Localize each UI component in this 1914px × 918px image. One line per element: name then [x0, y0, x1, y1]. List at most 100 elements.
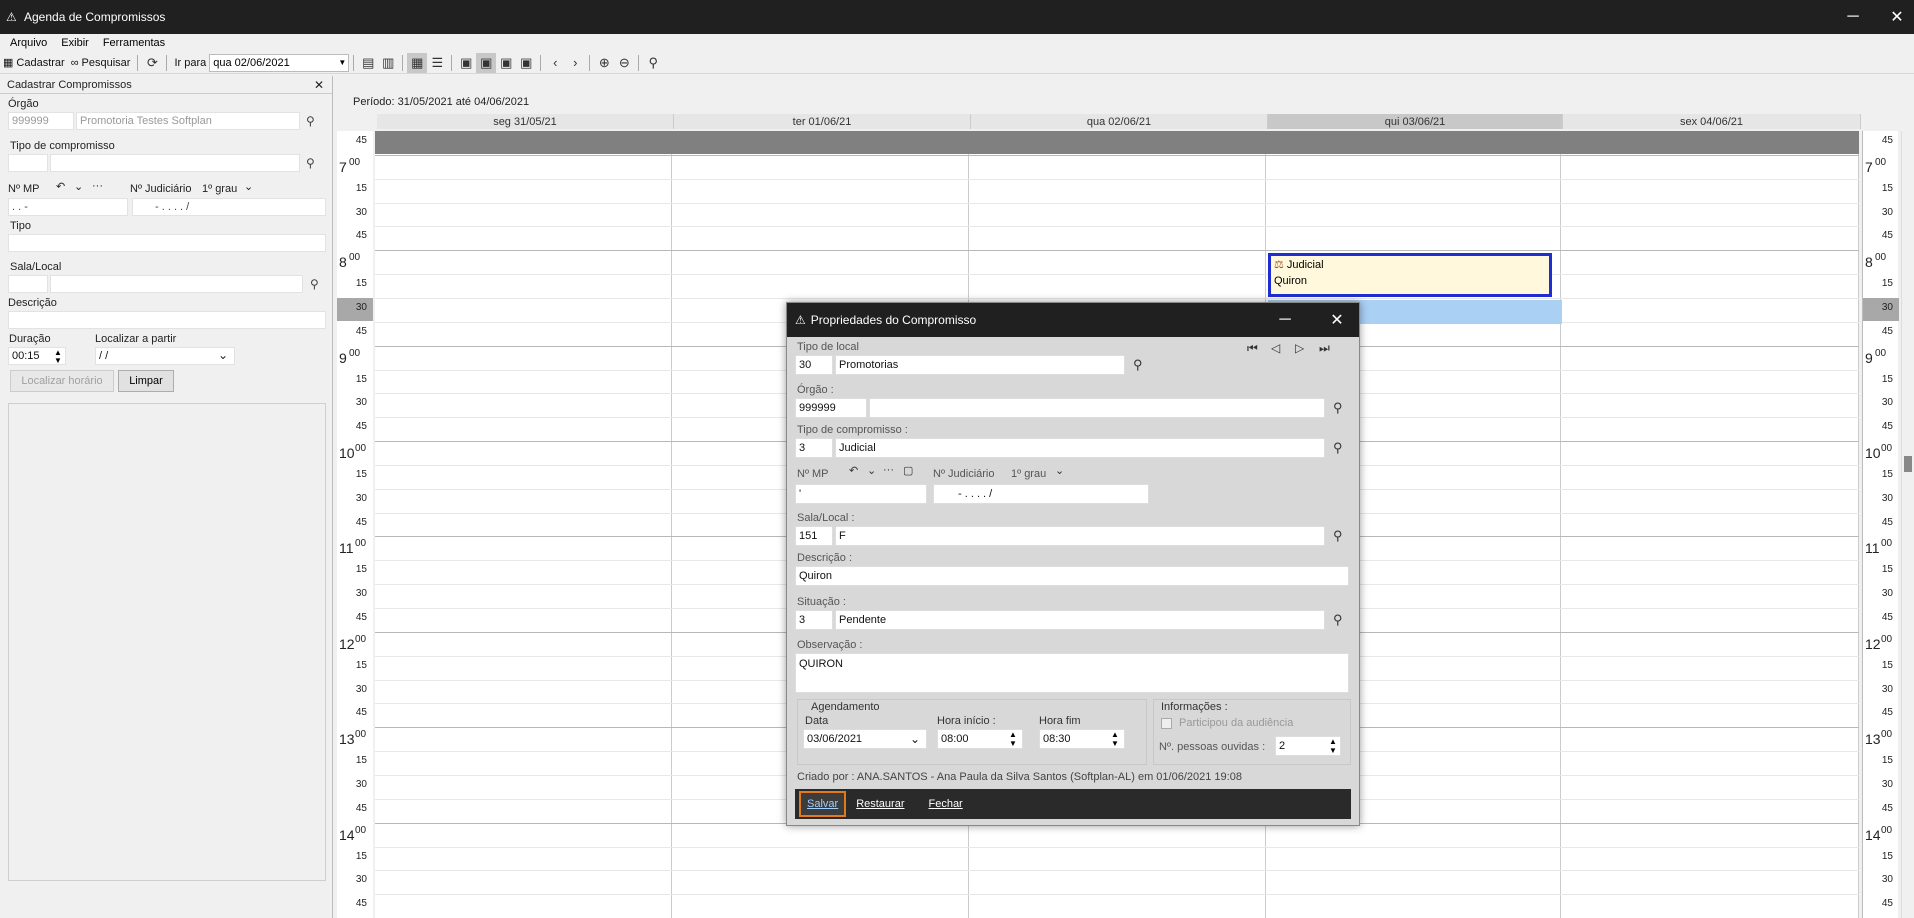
- last-record-icon[interactable]: ⏭: [1319, 341, 1330, 356]
- spin-down-icon[interactable]: ▼: [1329, 747, 1337, 755]
- tipo-field[interactable]: [8, 234, 326, 252]
- orgao-code[interactable]: 999999: [795, 398, 867, 418]
- spin-up-icon[interactable]: ▲: [1329, 738, 1337, 746]
- restaurar-button[interactable]: Restaurar: [850, 791, 910, 817]
- spin-up-icon[interactable]: ▲: [1009, 731, 1017, 739]
- minimize-icon[interactable]: ─: [1265, 303, 1305, 337]
- day-header-fri[interactable]: sex 04/06/21: [1563, 114, 1861, 129]
- search-icon[interactable]: ⚲: [306, 114, 315, 128]
- tipo-comp-name[interactable]: Judicial: [835, 438, 1325, 458]
- calendar-7-day-icon[interactable]: ▣: [496, 53, 516, 73]
- undo-icon[interactable]: ↶: [56, 180, 65, 193]
- more-icon[interactable]: ···: [92, 180, 103, 192]
- situacao-name[interactable]: Pendente: [835, 610, 1325, 630]
- minute-label: 15: [1881, 755, 1893, 766]
- chevron-down-icon[interactable]: ⌄: [218, 348, 228, 362]
- close-icon[interactable]: ✕: [314, 78, 324, 92]
- salvar-button[interactable]: Salvar: [799, 791, 847, 817]
- filter-icon[interactable]: ⚲: [643, 53, 663, 73]
- scrollbar-thumb[interactable]: [1904, 456, 1912, 472]
- next-record-icon[interactable]: ▷: [1295, 341, 1304, 355]
- search-icon[interactable]: ⚲: [310, 277, 319, 291]
- search-icon[interactable]: ⚲: [1333, 440, 1343, 456]
- scrollbar[interactable]: [1901, 131, 1914, 918]
- menu-arquivo[interactable]: Arquivo: [10, 37, 47, 49]
- spin-up-icon[interactable]: ▲: [1111, 731, 1119, 739]
- nmp-field[interactable]: . . -: [8, 198, 128, 216]
- localizar-field[interactable]: / /: [95, 347, 235, 365]
- document-icon[interactable]: ▢: [903, 464, 913, 477]
- njud-field[interactable]: - . . . . /: [933, 484, 1149, 504]
- sala-code[interactable]: 151: [795, 526, 833, 546]
- minute-label: 15: [1881, 851, 1893, 862]
- descricao-field[interactable]: Quiron: [795, 566, 1349, 586]
- participou-checkbox[interactable]: [1161, 718, 1172, 729]
- search-icon[interactable]: ⚲: [306, 156, 315, 170]
- data-field[interactable]: 03/06/2021 ⌄: [803, 729, 927, 749]
- orgao-code-field[interactable]: 999999: [8, 112, 74, 130]
- day-header-thu[interactable]: qui 03/06/21: [1268, 114, 1563, 129]
- descricao-field[interactable]: [8, 311, 326, 329]
- calendar-1-day-icon[interactable]: ▣: [456, 53, 476, 73]
- tipo-local-name[interactable]: Promotorias: [835, 355, 1125, 375]
- close-button[interactable]: ✕: [1874, 0, 1914, 34]
- search-icon[interactable]: ⚲: [1333, 612, 1343, 628]
- chevron-down-icon[interactable]: ⌄: [1055, 464, 1064, 477]
- dialog-title: Propriedades do Compromisso: [810, 313, 977, 327]
- minute-label: 45: [1881, 803, 1893, 814]
- orgao-name[interactable]: [869, 398, 1325, 418]
- search-icon[interactable]: ⚲: [1133, 357, 1143, 373]
- sala-name[interactable]: F: [835, 526, 1325, 546]
- tipo-comp-code[interactable]: 3: [795, 438, 833, 458]
- sala-name-field[interactable]: [50, 275, 303, 293]
- menu-ferramentas[interactable]: Ferramentas: [103, 37, 165, 49]
- spin-down-icon[interactable]: ▼: [54, 357, 62, 365]
- date-picker[interactable]: qua 02/06/2021 ▼: [209, 53, 350, 72]
- zoom-in-icon[interactable]: ⊕: [594, 53, 614, 73]
- njud-field[interactable]: - . . . . /: [132, 198, 326, 216]
- previous-record-icon[interactable]: ◁: [1271, 341, 1280, 355]
- day-header-wed[interactable]: qua 02/06/21: [971, 114, 1268, 129]
- orgao-name-field[interactable]: Promotoria Testes Softplan: [76, 112, 300, 130]
- sala-code-field[interactable]: [8, 275, 48, 293]
- calendar-view-icon[interactable]: ▦: [407, 52, 428, 73]
- calendar-week-icon[interactable]: ▥: [378, 53, 398, 73]
- calendar-event[interactable]: ⚖ Judicial Quiron: [1268, 253, 1552, 297]
- zoom-out-icon[interactable]: ⊖: [614, 53, 634, 73]
- localizar-horario-button[interactable]: Localizar horário: [10, 370, 114, 392]
- menu-exibir[interactable]: Exibir: [61, 37, 89, 49]
- refresh-icon[interactable]: ⟳: [142, 53, 162, 73]
- calendar-30-day-icon[interactable]: ▣: [516, 53, 536, 73]
- more-icon[interactable]: ···: [883, 464, 894, 476]
- search-icon[interactable]: ⚲: [1333, 400, 1343, 416]
- list-view-icon[interactable]: ☰: [427, 53, 447, 73]
- chevron-down-icon[interactable]: ⌄: [867, 464, 876, 477]
- calendar-5-day-icon[interactable]: ▣: [476, 52, 497, 73]
- nmp-label: Nº MP: [797, 468, 829, 480]
- minute-label: 45: [355, 612, 367, 623]
- undo-icon[interactable]: ↶: [849, 464, 858, 477]
- chevron-down-icon[interactable]: ⌄: [244, 180, 253, 193]
- spin-down-icon[interactable]: ▼: [1111, 740, 1119, 748]
- tipo-compromisso-name-field[interactable]: [50, 154, 300, 172]
- chevron-right-icon[interactable]: ›: [565, 53, 585, 73]
- cadastrar-button[interactable]: ▦ Cadastrar: [0, 53, 68, 73]
- fechar-button[interactable]: Fechar: [922, 791, 968, 817]
- limpar-button[interactable]: Limpar: [118, 370, 174, 392]
- search-icon[interactable]: ⚲: [1333, 528, 1343, 544]
- chevron-down-icon[interactable]: ⌄: [74, 180, 83, 193]
- chevron-left-icon[interactable]: ‹: [545, 53, 565, 73]
- observacao-field[interactable]: QUIRON: [795, 653, 1349, 693]
- first-record-icon[interactable]: ⏮: [1247, 341, 1258, 356]
- situacao-code[interactable]: 3: [795, 610, 833, 630]
- pesquisar-button[interactable]: ∞ Pesquisar: [68, 53, 134, 73]
- close-icon[interactable]: ✕: [1317, 303, 1357, 337]
- spin-down-icon[interactable]: ▼: [1009, 740, 1017, 748]
- day-header-tue[interactable]: ter 01/06/21: [674, 114, 971, 129]
- day-header-mon[interactable]: seg 31/05/21: [377, 114, 674, 129]
- nmp-field[interactable]: ': [795, 484, 927, 504]
- tipo-compromisso-code-field[interactable]: [8, 154, 48, 172]
- calendar-day-icon[interactable]: ▤: [358, 53, 378, 73]
- minimize-button[interactable]: ─: [1830, 0, 1876, 34]
- tipo-local-code[interactable]: 30: [795, 355, 833, 375]
